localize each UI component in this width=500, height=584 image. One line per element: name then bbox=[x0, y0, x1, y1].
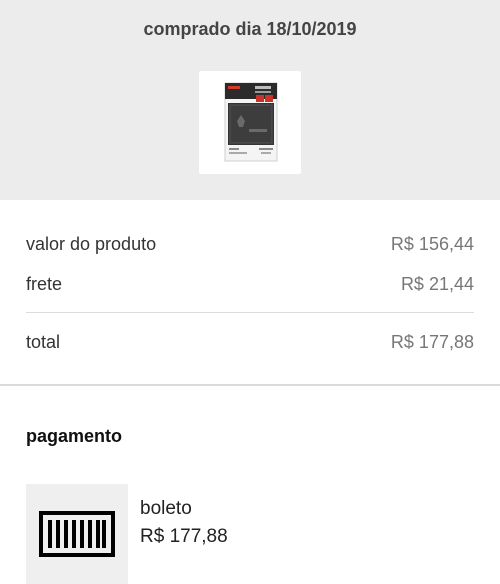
costs-divider bbox=[26, 312, 474, 313]
shipping-label: frete bbox=[26, 274, 63, 294]
purchase-header: comprado dia 18/10/2019 bbox=[0, 0, 500, 200]
shipping-amount: R$ 21,44 bbox=[400, 274, 474, 294]
purchase-date: comprado dia 18/10/2019 bbox=[143, 19, 357, 39]
payment-method-icon-box bbox=[26, 484, 128, 584]
total-row: total R$ 177,88 bbox=[26, 332, 474, 358]
product-image[interactable] bbox=[199, 71, 301, 174]
barcode-icon bbox=[39, 511, 115, 557]
ssd-box-icon bbox=[224, 82, 278, 162]
section-divider bbox=[0, 384, 500, 386]
payment-method-label: boleto bbox=[140, 498, 192, 519]
payment-section-title: pagamento bbox=[26, 426, 123, 446]
payment-amount: R$ 177,88 bbox=[140, 526, 228, 547]
product-value-row: valor do produto R$ 156,44 bbox=[26, 234, 474, 260]
total-amount: R$ 177,88 bbox=[390, 332, 474, 352]
product-value-label: valor do produto bbox=[26, 234, 157, 254]
total-label: total bbox=[26, 332, 61, 352]
product-value-amount: R$ 156,44 bbox=[390, 234, 474, 254]
shipping-row: frete R$ 21,44 bbox=[26, 274, 474, 300]
